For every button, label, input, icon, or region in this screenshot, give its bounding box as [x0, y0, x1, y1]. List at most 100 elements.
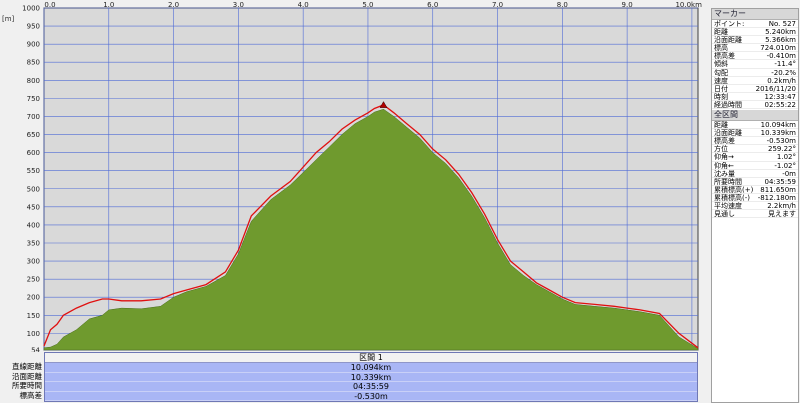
total-panel-row: 累積標高(+) 811.650m [712, 186, 798, 194]
total-panel-row-label: 見通し [714, 210, 735, 219]
y-tick-label: 650 [27, 131, 40, 139]
marker-panel-row-value: 2016/11/20 [755, 84, 796, 93]
marker-panel-row: 勾配 -20.2% [712, 69, 798, 77]
total-panel-row-label: 距離 [714, 121, 728, 130]
x-tick-label: 1.0 [103, 1, 114, 9]
x-tick-label: 7.0 [492, 1, 503, 9]
marker-panel-row-label: 速度 [714, 76, 728, 85]
marker-panel-row-value: -0.410m [766, 52, 796, 61]
total-panel-row: 累積標高(-) -812.180m [712, 194, 798, 202]
total-panel-row-value: 811.650m [760, 185, 796, 194]
section-label-elevation-diff: 標高差 [19, 390, 43, 400]
info-side-panel: マーカー ポイント: No. 527 距離 5.240km 沿面距離 5.366km 標高 7… [711, 8, 799, 403]
y-tick-label: 600 [27, 149, 40, 157]
total-panel-row-label: 沈み量 [714, 169, 735, 178]
marker-panel-row: ポイント: No. 527 [712, 20, 798, 29]
section-labels: 直線距離 沿面距離 所要時間 標高差 [0, 352, 44, 402]
y-tick-label: 1000 [22, 5, 40, 13]
y-tick-label: 450 [27, 203, 40, 211]
y-tick-label: 100 [27, 330, 40, 338]
marker-panel-rows: ポイント: No. 527 距離 5.240km 沿面距離 5.366km 標高 724.01… [712, 20, 798, 110]
total-panel-row: 所要時間 04:35:59 [712, 178, 798, 186]
total-panel-row-label: 累積標高(+) [714, 185, 754, 194]
marker-panel-row-value: 02:55:22 [764, 100, 796, 109]
section-panel[interactable]: 区間 1 10.094km 10.339km 04:35:59 -0.530m [44, 352, 698, 402]
total-panel-row-value: 10.094km [760, 121, 796, 130]
marker-panel-row-label: 沿面距離 [714, 36, 742, 45]
total-panel-row: 距離 10.094km [712, 121, 798, 130]
marker-panel-row-label: 時刻 [714, 92, 728, 101]
marker-panel-row-value: 724.010m [760, 44, 796, 53]
total-panel-rows: 距離 10.094km 沿面距離 10.339km 標高差 -0.530m 方位 259.22… [712, 121, 798, 219]
total-panel-row: 方位 259.22° [712, 145, 798, 154]
section-title[interactable]: 区間 1 [45, 353, 697, 363]
total-panel-title: 全区間 [712, 110, 798, 122]
x-tick-label: 6.0 [427, 1, 438, 9]
total-panel-row-label: 標高差 [714, 137, 735, 146]
y-tick-labels: 5410015020025030035040045050055060065070… [22, 5, 40, 353]
y-tick-label: 200 [27, 294, 40, 302]
total-panel-row: 沿面距離 10.339km [712, 129, 798, 138]
y-tick-label: 800 [27, 77, 40, 85]
section-label-duration: 所要時間 [12, 381, 42, 390]
y-axis-unit: [m] [2, 15, 15, 23]
section-value-straight-distance: 10.094km [45, 363, 697, 373]
x-tick-label: 4.0 [298, 1, 309, 9]
marker-panel-row: 沿面距離 5.366km [712, 36, 798, 45]
section-value-duration: 04:35:59 [45, 382, 697, 392]
marker-panel-row-value: 5.240km [765, 28, 796, 37]
total-panel-row-label: 所要時間 [714, 177, 742, 186]
y-tick-label: 900 [27, 41, 40, 49]
marker-panel-row-value: -20.2% [771, 68, 796, 77]
total-panel-row-value: -1.02° [774, 161, 796, 170]
x-tick-label: 3.0 [233, 1, 244, 9]
marker-panel-row-label: 傾斜 [714, 60, 728, 69]
total-panel-row-label: 平均速度 [714, 201, 742, 210]
y-tick-label: 300 [27, 258, 40, 266]
marker-panel-row-label: 標高差 [714, 52, 735, 61]
total-panel-row-label: 累積標高(-) [714, 193, 750, 202]
total-panel-row: 標高差 -0.530m [712, 137, 798, 146]
marker-panel-row-label: 距離 [714, 28, 728, 37]
marker-panel-row-value: -11.4° [774, 60, 796, 69]
total-panel-row-value: 2.2km/h [767, 201, 796, 210]
y-tick-label: 400 [27, 221, 40, 229]
y-tick-label: 350 [27, 239, 40, 247]
marker-panel-row-label: 日付 [714, 84, 728, 93]
total-panel-row-label: 仰角← [714, 161, 734, 170]
y-tick-label: 550 [27, 167, 40, 175]
y-tick-label: 700 [27, 113, 40, 121]
x-tick-label: 8.0 [557, 1, 568, 9]
x-tick-label: 10.0km [675, 1, 702, 9]
marker-panel-row-value: 5.366km [765, 36, 796, 45]
total-panel-row: 沈み量 -0m [712, 170, 798, 178]
marker-panel-title: マーカー [712, 9, 798, 20]
marker-panel-row: 距離 5.240km [712, 28, 798, 37]
total-panel-row-value: 04:35:59 [764, 177, 796, 186]
total-panel-row: 仰角→ 1.02° [712, 153, 798, 162]
section-label-surface-distance: 沿面距離 [12, 371, 42, 381]
total-panel-row: 仰角← -1.02° [712, 162, 798, 170]
marker-panel-row-value: 0.2km/h [767, 76, 796, 85]
marker-panel-row: 経過時間 02:55:22 [712, 100, 798, 110]
y-tick-label: 850 [27, 59, 40, 67]
total-panel-row-label: 方位 [714, 145, 728, 154]
section-value-surface-distance: 10.339km [45, 373, 697, 382]
marker-panel-row: 傾斜 -11.4° [712, 60, 798, 69]
total-panel-row-value: 10.339km [760, 129, 796, 138]
marker-panel-row-label: ポイント: [714, 20, 745, 28]
y-tick-label: 150 [27, 312, 40, 320]
marker-panel-row: 日付 2016/11/20 [712, 85, 798, 93]
total-panel-row-label: 仰角→ [714, 153, 734, 162]
x-tick-label: 9.0 [622, 1, 633, 9]
total-panel-row: 平均速度 2.2km/h [712, 201, 798, 211]
x-tick-label: 2.0 [168, 1, 179, 9]
marker-panel-row-value: No. 527 [768, 20, 796, 28]
section-value-elevation-diff: -0.530m [45, 392, 697, 401]
total-panel-row-value: -812.180m [757, 193, 796, 202]
y-tick-label: 500 [27, 185, 40, 193]
section-label-straight-distance: 直線距離 [12, 362, 42, 371]
total-panel-row-value: -0.530m [766, 137, 796, 146]
elevation-profile-chart[interactable]: 0.0 1.0 2.0 3.0 4.0 5.0 6.0 7.0 8.0 9.0 10.0km 541… [0, 0, 710, 352]
marker-panel-row-label: 勾配 [714, 68, 728, 77]
